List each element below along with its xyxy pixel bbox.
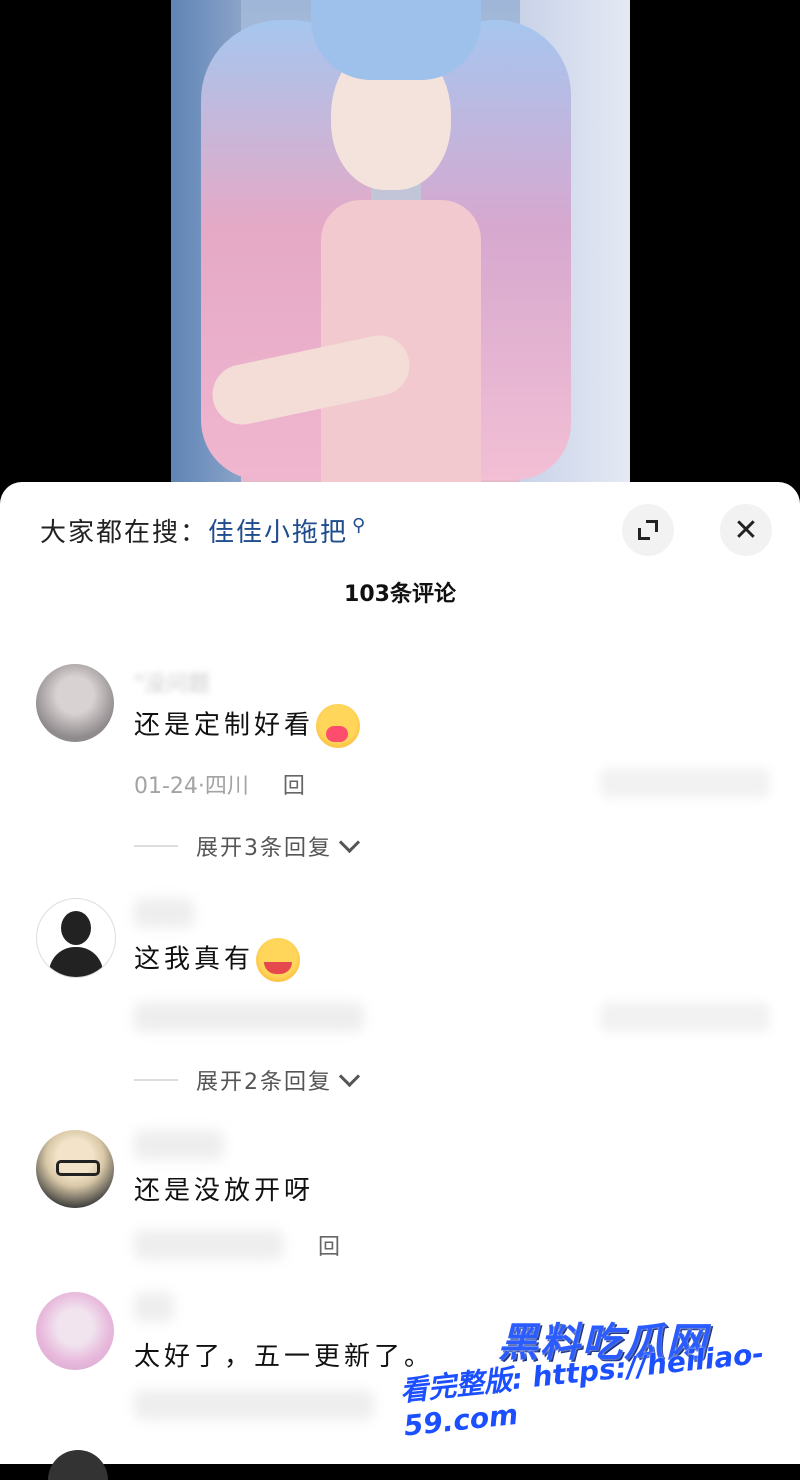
avatar[interactable]: [36, 898, 116, 978]
video-frame: [171, 0, 630, 500]
expand-replies-label: 展开2条回复: [196, 1070, 332, 1095]
chevron-down-icon: [338, 1065, 361, 1087]
avatar[interactable]: [36, 1130, 114, 1208]
video-player[interactable]: [0, 0, 800, 500]
rolling-laughing-icon: [256, 938, 301, 982]
expand-replies-button[interactable]: 展开2条回复: [134, 1064, 361, 1096]
video-bangs: [311, 0, 481, 80]
comment-text-content: 还是定制好看: [134, 710, 315, 741]
avatar-glasses: [56, 1160, 100, 1176]
comment-text: 还是定制好看: [134, 704, 361, 748]
trending-search[interactable]: 大家都在搜： 佳佳小拖把 ⚲: [40, 510, 365, 550]
expand-replies-label: 展开3条回复: [196, 836, 332, 861]
comment-text: 这我真有: [134, 938, 301, 982]
reply-button[interactable]: 回: [283, 774, 305, 799]
comment-text: 太好了，五一更新了。: [134, 1342, 435, 1372]
comment-meta: [134, 1002, 364, 1032]
close-button[interactable]: ✕: [720, 504, 772, 556]
comment-meta: 回: [134, 1224, 340, 1261]
avatar-head: [61, 911, 91, 945]
search-icon: ⚲: [352, 514, 366, 536]
username[interactable]: [134, 1130, 224, 1160]
comment-text-content: 这我真有: [134, 944, 255, 975]
divider: [134, 1079, 178, 1081]
expand-replies-button[interactable]: 展开3条回复: [134, 830, 361, 862]
expand-icon: [638, 520, 658, 540]
comment-count: 103条评论: [344, 582, 456, 607]
chevron-down-icon: [338, 831, 361, 853]
comment-meta: 01-24·四川 回: [134, 768, 305, 800]
comment-meta: [134, 1390, 374, 1420]
username[interactable]: [134, 898, 194, 928]
like-actions[interactable]: [600, 1002, 770, 1032]
close-icon: ✕: [733, 512, 759, 548]
avatar-shirt: [49, 947, 103, 977]
avatar[interactable]: [36, 664, 114, 742]
date-location: [134, 1230, 284, 1260]
like-actions[interactable]: [600, 768, 770, 798]
expand-sheet-button[interactable]: [622, 504, 674, 556]
hugging-face-icon: [316, 704, 361, 748]
username[interactable]: [134, 1292, 174, 1322]
date-location: 01-24·四川: [134, 774, 249, 799]
reply-button[interactable]: 回: [318, 1235, 340, 1260]
search-term-link[interactable]: 佳佳小拖把: [208, 512, 348, 549]
divider: [134, 845, 178, 847]
search-prefix: 大家都在搜：: [40, 517, 209, 548]
username[interactable]: "没问题: [134, 666, 314, 697]
avatar[interactable]: [36, 1292, 114, 1370]
comment-text: 还是没放开呀: [134, 1176, 315, 1206]
